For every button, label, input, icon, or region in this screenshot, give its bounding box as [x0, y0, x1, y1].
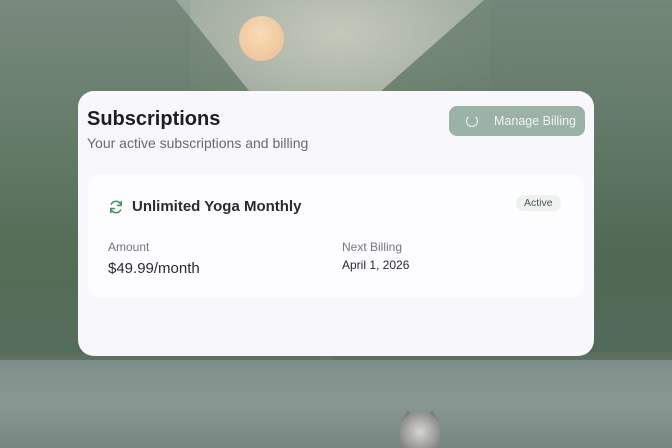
loading-spinner-icon	[466, 115, 478, 127]
manage-billing-label: Manage Billing	[494, 114, 576, 128]
subscription-name: Unlimited Yoga Monthly	[132, 198, 302, 215]
sun	[239, 16, 284, 61]
page-subtitle: Your active subscriptions and billing	[87, 135, 309, 151]
amount-label: Amount	[108, 240, 150, 254]
amount-value: $49.99/month	[108, 260, 200, 277]
next-billing-value: April 1, 2026	[342, 258, 410, 272]
refresh-icon	[108, 199, 124, 215]
status-badge: Active	[516, 195, 561, 211]
cat-image	[400, 412, 440, 448]
manage-billing-button[interactable]: Manage Billing	[449, 106, 585, 136]
next-billing-label: Next Billing	[342, 240, 403, 254]
page-title: Subscriptions	[87, 108, 221, 130]
subscriptions-card: Subscriptions Your active subscriptions …	[78, 91, 594, 356]
subscription-item: Unlimited Yoga Monthly Active Amount $49…	[88, 175, 584, 297]
lake	[0, 360, 672, 448]
